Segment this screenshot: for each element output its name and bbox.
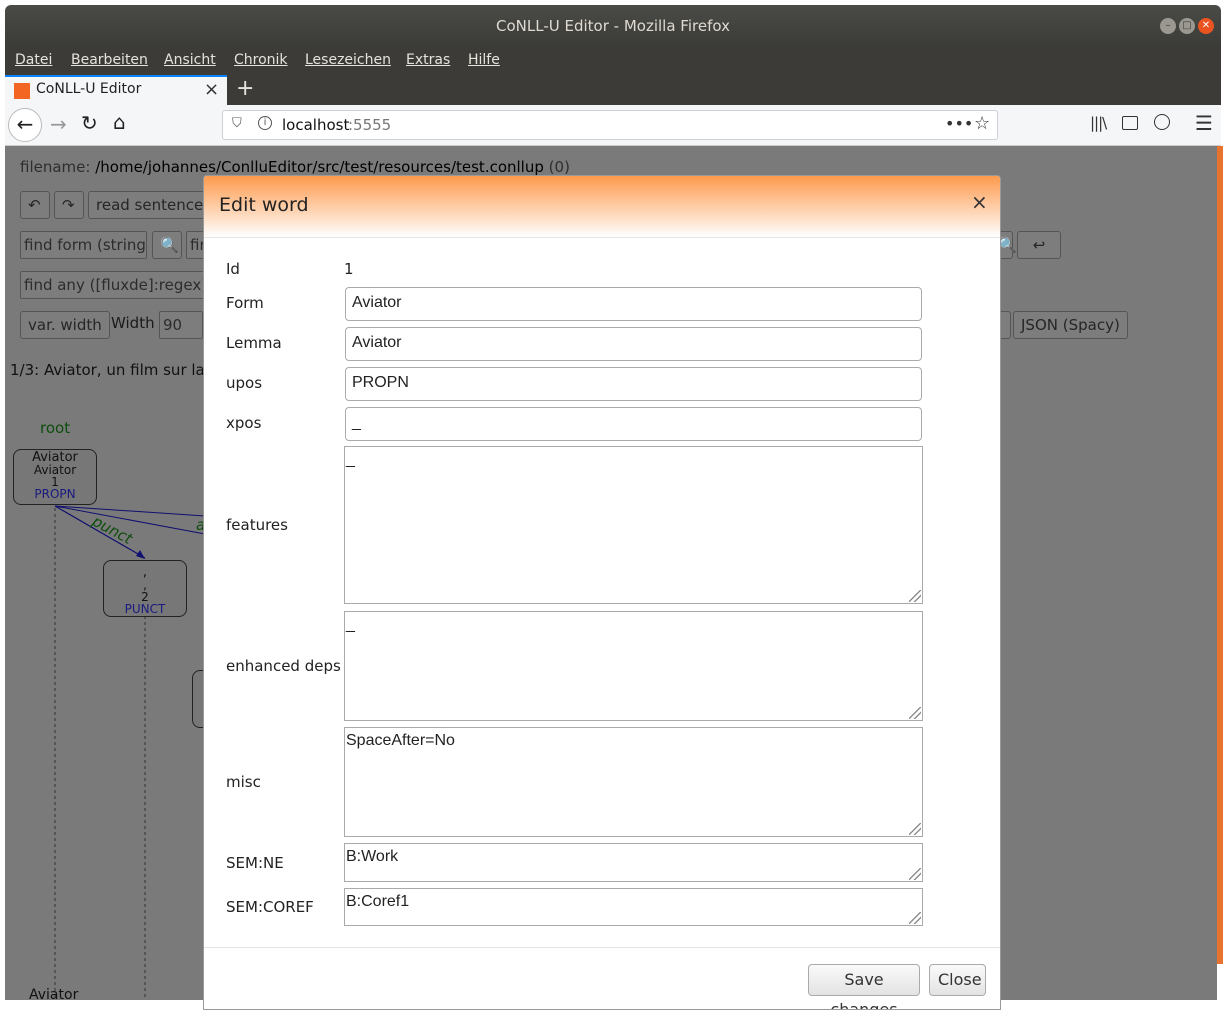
resize-grip-icon[interactable]: [909, 823, 921, 835]
form-input[interactable]: Aviator: [345, 287, 922, 321]
window-title: CoNLL-U Editor - Mozilla Firefox: [496, 17, 730, 35]
tab-close-icon[interactable]: ×: [204, 79, 219, 100]
enhanced-deps-textarea[interactable]: _: [344, 611, 923, 721]
menu-bearbeiten[interactable]: Bearbeiten: [71, 52, 148, 68]
sem-ne-value: B:Work: [346, 848, 399, 865]
menu-hamburger-icon[interactable]: ☰: [1195, 111, 1213, 135]
enhanced-deps-value: _: [346, 616, 355, 633]
sem-coref-textarea[interactable]: B:Coref1: [344, 888, 923, 926]
features-textarea[interactable]: _: [344, 446, 923, 604]
new-tab-icon[interactable]: +: [236, 76, 254, 101]
page-actions-icon[interactable]: •••: [945, 114, 973, 133]
bottom-word: Aviator: [29, 987, 79, 1000]
menu-extras[interactable]: Extras: [406, 52, 450, 68]
info-icon[interactable]: i: [258, 116, 272, 130]
filename-count: (0): [548, 158, 570, 176]
shield-icon[interactable]: ⛉: [232, 116, 242, 131]
sidebar-icon[interactable]: [1122, 116, 1138, 130]
resize-grip-icon[interactable]: [909, 912, 921, 924]
library-icon[interactable]: |||\: [1090, 114, 1107, 132]
menu-lesezeichen[interactable]: Lesezeichen: [305, 52, 391, 68]
account-icon[interactable]: [1154, 114, 1170, 130]
misc-value: SpaceAfter=No: [346, 732, 455, 749]
bookmark-star-icon[interactable]: ☆: [974, 113, 990, 134]
features-value: _: [346, 451, 355, 468]
dialog-close-icon[interactable]: ×: [971, 190, 988, 214]
reload-icon[interactable]: ↻: [81, 111, 98, 135]
menu-ansicht[interactable]: Ansicht: [164, 52, 216, 68]
footer-divider: [204, 947, 1000, 948]
json-spacy-button[interactable]: JSON (Spacy): [1013, 311, 1128, 339]
features-label: features: [226, 516, 288, 534]
form-label: Form: [226, 294, 264, 312]
menubar: Datei Bearbeiten Ansicht Chronik Lesezei…: [5, 47, 1221, 75]
maximize-icon[interactable]: □: [1179, 18, 1195, 34]
return-icon[interactable]: ↩: [1017, 231, 1061, 259]
upos-label: upos: [226, 374, 263, 392]
menu-chronik[interactable]: Chronik: [234, 52, 288, 68]
tab-conllu-editor[interactable]: CoNLL-U Editor ×: [5, 75, 227, 105]
sem-coref-value: B:Coref1: [346, 893, 410, 910]
xpos-input[interactable]: _: [345, 407, 922, 441]
url-bar[interactable]: ⛉ i localhost:5555 ••• ☆: [222, 110, 998, 140]
edit-word-dialog: Edit word × Id 1 Form Aviator Lemma Avia…: [203, 175, 1001, 1010]
sem-coref-label: SEM:COREF: [226, 898, 314, 916]
resize-grip-icon[interactable]: [909, 868, 921, 880]
misc-textarea[interactable]: SpaceAfter=No: [344, 727, 923, 837]
sem-ne-textarea[interactable]: B:Work: [344, 843, 923, 882]
tab-label: CoNLL-U Editor: [36, 81, 142, 97]
page-scrollbar[interactable]: [1217, 146, 1223, 964]
xpos-label: xpos: [226, 414, 262, 432]
sem-ne-label: SEM:NE: [226, 854, 284, 872]
resize-grip-icon[interactable]: [909, 590, 921, 602]
node-upos: PROPN: [34, 487, 76, 501]
lemma-label: Lemma: [226, 334, 282, 352]
url-port: :5555: [348, 116, 392, 134]
menu-datei[interactable]: Datei: [15, 52, 52, 68]
resize-grip-icon[interactable]: [909, 707, 921, 719]
dialog-header: Edit word ×: [204, 176, 1000, 238]
lemma-input[interactable]: Aviator: [345, 327, 922, 361]
close-button[interactable]: Close: [929, 964, 986, 996]
minimize-icon[interactable]: –: [1160, 18, 1176, 34]
save-changes-button[interactable]: Save changes: [808, 964, 920, 1009]
back-icon[interactable]: ←: [8, 108, 42, 142]
url-host: localhost: [282, 116, 350, 134]
id-value: 1: [344, 260, 354, 278]
word-node-2[interactable]: , , 2 PUNCT: [103, 560, 187, 617]
node-upos: PUNCT: [124, 602, 166, 616]
upos-input[interactable]: PROPN: [345, 367, 922, 401]
misc-label: misc: [226, 773, 261, 791]
home-icon[interactable]: ⌂: [113, 110, 126, 134]
id-label: Id: [226, 260, 240, 278]
dialog-title: Edit word: [219, 194, 309, 216]
word-node-1[interactable]: Aviator Aviator 1 PROPN: [13, 449, 97, 505]
menu-hilfe[interactable]: Hilfe: [468, 52, 500, 68]
window-titlebar: CoNLL-U Editor - Mozilla Firefox – □ ✕: [5, 5, 1221, 47]
favicon-icon: [14, 83, 30, 99]
forward-icon[interactable]: →: [50, 112, 67, 136]
close-window-icon[interactable]: ✕: [1198, 18, 1214, 34]
enhanced-deps-label: enhanced deps: [226, 657, 341, 675]
